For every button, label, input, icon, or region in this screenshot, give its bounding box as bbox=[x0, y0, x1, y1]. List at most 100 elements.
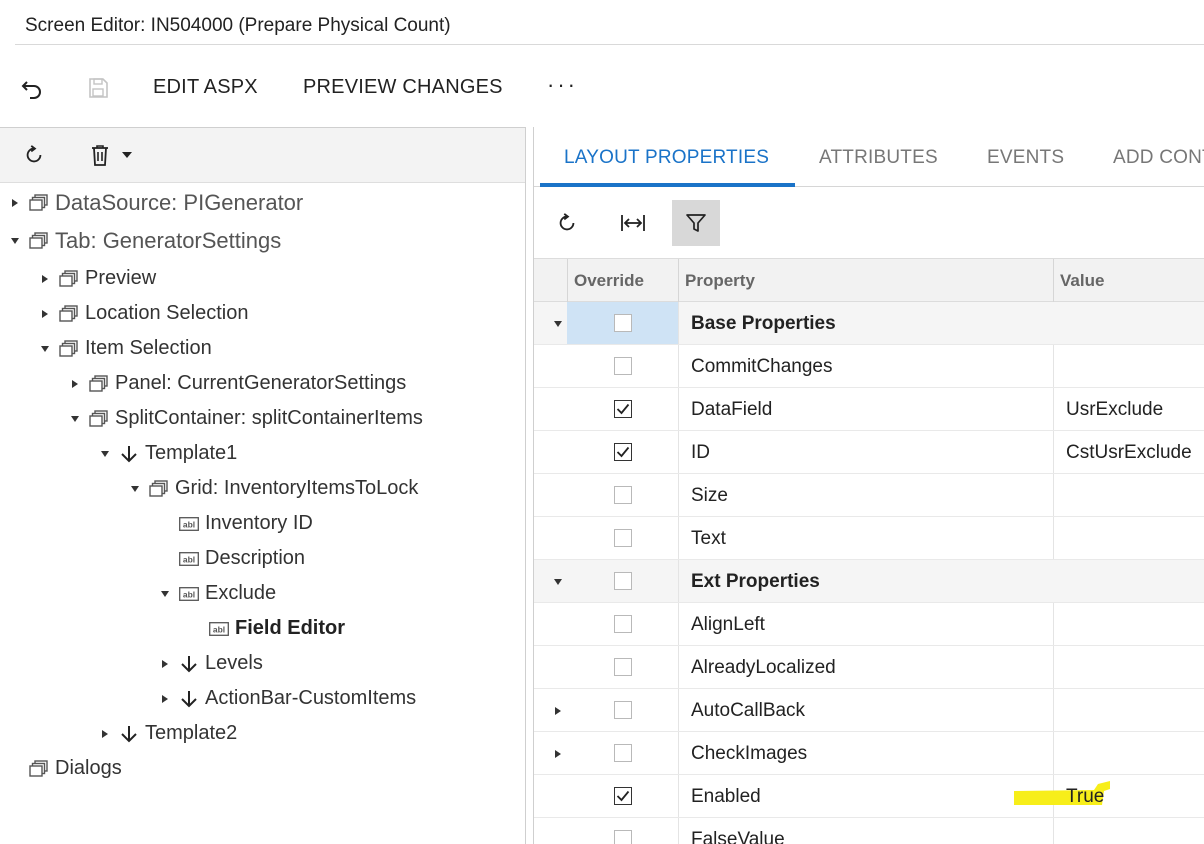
override-checkbox[interactable] bbox=[613, 443, 632, 461]
collapse-toggle-icon[interactable] bbox=[551, 317, 565, 331]
save-icon[interactable] bbox=[84, 74, 112, 102]
expand-toggle-icon[interactable] bbox=[38, 272, 52, 286]
property-row[interactable]: DataField UsrExclude bbox=[534, 388, 1204, 431]
property-name: Text bbox=[691, 528, 726, 549]
tree-node[interactable]: Grid: InventoryItemsToLock bbox=[128, 471, 418, 506]
collapse-toggle-icon[interactable] bbox=[68, 412, 82, 426]
collapse-toggle-icon[interactable] bbox=[98, 447, 112, 461]
override-cell bbox=[567, 775, 678, 817]
tree-node[interactable]: Template2 bbox=[98, 716, 237, 751]
cell-separator bbox=[678, 560, 679, 602]
override-checkbox[interactable] bbox=[613, 701, 632, 719]
container-icon bbox=[88, 409, 110, 429]
tree-node[interactable]: Panel: CurrentGeneratorSettings bbox=[68, 366, 406, 401]
property-value[interactable]: CstUsrExclude bbox=[1066, 442, 1192, 464]
override-checkbox[interactable] bbox=[613, 615, 632, 633]
more-menu-button[interactable]: ··· bbox=[547, 72, 578, 98]
column-header-override[interactable]: Override bbox=[574, 271, 644, 291]
tree-node-label: Inventory ID bbox=[205, 512, 313, 534]
expand-toggle-icon[interactable] bbox=[38, 307, 52, 321]
property-row[interactable]: AutoCallBack bbox=[534, 689, 1204, 732]
override-checkbox[interactable] bbox=[613, 744, 632, 762]
property-row[interactable]: Enabled True bbox=[534, 775, 1204, 818]
override-checkbox[interactable] bbox=[613, 529, 632, 547]
cell-separator bbox=[1053, 431, 1054, 473]
property-row[interactable]: AlignLeft bbox=[534, 603, 1204, 646]
filter-icon[interactable] bbox=[672, 200, 720, 246]
active-tab-indicator bbox=[540, 183, 795, 187]
arrow-down-icon bbox=[178, 654, 200, 674]
property-row[interactable]: Size bbox=[534, 474, 1204, 517]
column-header-property[interactable]: Property bbox=[685, 271, 755, 291]
collapse-toggle-icon[interactable] bbox=[158, 587, 172, 601]
undo-icon[interactable] bbox=[18, 74, 46, 102]
properties-panel: LAYOUT PROPERTIES ATTRIBUTES EVENTS ADD … bbox=[533, 127, 1204, 844]
property-row[interactable]: CommitChanges bbox=[534, 345, 1204, 388]
tab-attributes[interactable]: ATTRIBUTES bbox=[819, 147, 938, 169]
override-checkbox[interactable] bbox=[613, 787, 632, 805]
override-checkbox[interactable] bbox=[613, 314, 632, 332]
tree-node[interactable]: abl Field Editor bbox=[188, 611, 345, 646]
group-row[interactable]: Base Properties bbox=[534, 302, 1204, 345]
tree-node[interactable]: abl Description bbox=[158, 541, 305, 576]
tree-node[interactable]: Dialogs bbox=[8, 751, 122, 786]
refresh-icon[interactable] bbox=[21, 142, 47, 168]
column-header-value[interactable]: Value bbox=[1060, 271, 1104, 291]
tree-node[interactable]: ActionBar-CustomItems bbox=[158, 681, 416, 716]
collapse-toggle-icon[interactable] bbox=[551, 575, 565, 589]
property-value[interactable]: True bbox=[1066, 786, 1104, 808]
fit-width-icon[interactable] bbox=[609, 200, 657, 246]
override-cell bbox=[567, 431, 678, 473]
expand-toggle-icon[interactable] bbox=[158, 692, 172, 706]
tree-node[interactable]: abl Exclude bbox=[158, 576, 276, 611]
preview-changes-button[interactable]: PREVIEW CHANGES bbox=[303, 76, 503, 99]
override-checkbox[interactable] bbox=[613, 658, 632, 676]
tree-node[interactable]: Template1 bbox=[98, 436, 237, 471]
tree-node[interactable]: Item Selection bbox=[38, 331, 212, 366]
expand-toggle-icon[interactable] bbox=[8, 196, 22, 210]
property-row[interactable]: AlreadyLocalized bbox=[534, 646, 1204, 689]
override-checkbox[interactable] bbox=[613, 572, 632, 590]
cell-separator bbox=[678, 474, 679, 516]
override-checkbox[interactable] bbox=[613, 357, 632, 375]
property-row[interactable]: FalseValue bbox=[534, 818, 1204, 844]
expand-toggle-icon[interactable] bbox=[551, 747, 565, 761]
arrow-down-icon bbox=[178, 689, 200, 709]
expand-toggle-icon[interactable] bbox=[158, 657, 172, 671]
expand-toggle-icon[interactable] bbox=[68, 377, 82, 391]
tree-node[interactable]: abl Inventory ID bbox=[158, 506, 313, 541]
tab-strip: LAYOUT PROPERTIES ATTRIBUTES EVENTS ADD … bbox=[534, 127, 1204, 187]
collapse-toggle-icon[interactable] bbox=[38, 342, 52, 356]
caret-down-icon[interactable] bbox=[120, 149, 134, 161]
field-icon: abl bbox=[178, 514, 200, 534]
property-row[interactable]: CheckImages bbox=[534, 732, 1204, 775]
tree-node[interactable]: Location Selection bbox=[38, 296, 248, 331]
tree-node[interactable]: Levels bbox=[158, 646, 263, 681]
tab-layout-properties[interactable]: LAYOUT PROPERTIES bbox=[564, 147, 769, 169]
tree-node[interactable]: SplitContainer: splitContainerItems bbox=[68, 401, 423, 436]
trash-icon[interactable] bbox=[88, 142, 112, 168]
tree-node-label: Item Selection bbox=[85, 337, 212, 359]
tree-node[interactable]: Preview bbox=[38, 261, 156, 296]
tree-node[interactable]: Tab: GeneratorSettings bbox=[8, 223, 281, 258]
tab-events[interactable]: EVENTS bbox=[987, 147, 1064, 169]
property-row[interactable]: ID CstUsrExclude bbox=[534, 431, 1204, 474]
property-name: Enabled bbox=[691, 786, 761, 807]
edit-aspx-button[interactable]: EDIT ASPX bbox=[153, 76, 258, 99]
group-row[interactable]: Ext Properties bbox=[534, 560, 1204, 603]
refresh-icon[interactable] bbox=[543, 200, 591, 246]
tree-node[interactable]: DataSource: PIGenerator bbox=[8, 185, 303, 220]
override-checkbox[interactable] bbox=[613, 830, 632, 844]
collapse-toggle-icon[interactable] bbox=[8, 234, 22, 248]
arrow-down-icon bbox=[118, 724, 140, 744]
tab-add-controls[interactable]: ADD CONT bbox=[1113, 147, 1204, 169]
collapse-toggle-icon[interactable] bbox=[128, 482, 142, 496]
svg-text:abl: abl bbox=[183, 554, 195, 564]
override-checkbox[interactable] bbox=[613, 486, 632, 504]
expand-toggle-icon[interactable] bbox=[551, 704, 565, 718]
expand-toggle-icon[interactable] bbox=[98, 727, 112, 741]
property-value[interactable]: UsrExclude bbox=[1066, 399, 1163, 421]
override-checkbox[interactable] bbox=[613, 400, 632, 418]
property-row[interactable]: Text bbox=[534, 517, 1204, 560]
